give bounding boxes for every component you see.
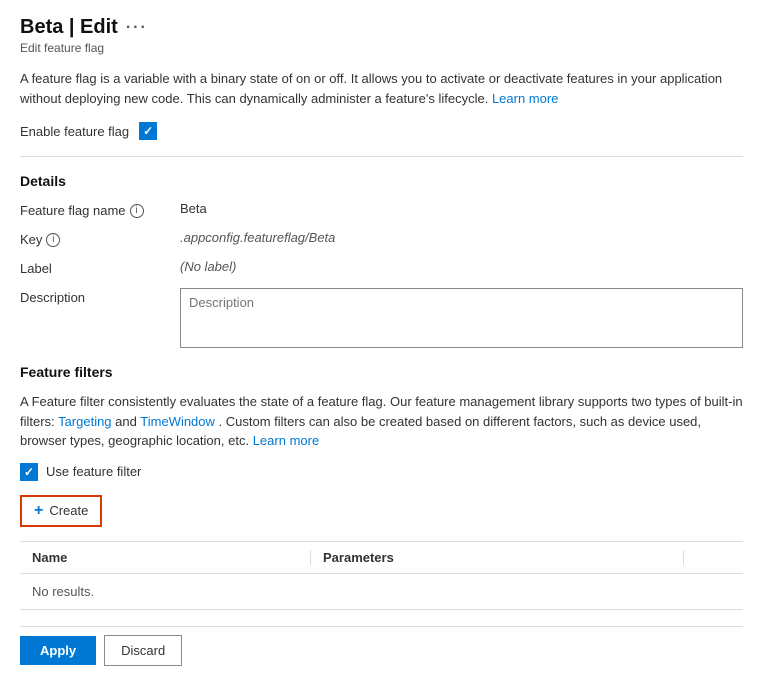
enable-feature-row: Enable feature flag: [20, 122, 743, 140]
feature-flag-name-info-icon[interactable]: i: [130, 204, 144, 218]
footer-buttons: Apply Discard: [20, 626, 743, 666]
key-info-icon[interactable]: i: [46, 233, 60, 247]
use-filter-checkbox[interactable]: [20, 463, 38, 481]
description-textarea[interactable]: [180, 288, 743, 348]
divider-1: [20, 156, 743, 157]
feature-flag-name-row: Feature flag name i Beta: [20, 201, 743, 218]
table-header: Name Parameters: [20, 542, 743, 574]
page-title: Beta | Edit: [20, 16, 118, 39]
use-filter-label: Use feature filter: [46, 464, 141, 479]
plus-icon: +: [34, 502, 43, 520]
enable-label: Enable feature flag: [20, 124, 129, 139]
apply-button[interactable]: Apply: [20, 636, 96, 665]
col-name-header: Name: [20, 550, 310, 565]
table-body: No results.: [20, 574, 743, 609]
and-text: and: [115, 414, 137, 429]
page-container: Beta | Edit ··· Edit feature flag A feat…: [0, 0, 763, 686]
timewindow-text: TimeWindow: [140, 414, 215, 429]
create-button[interactable]: + Create: [20, 495, 102, 527]
feature-flag-name-label: Feature flag name i: [20, 201, 180, 218]
label-row: Label (No label): [20, 259, 743, 276]
details-section-title: Details: [20, 173, 743, 189]
create-btn-container: + Create: [20, 495, 743, 527]
filters-section: Feature filters A Feature filter consist…: [20, 364, 743, 610]
details-section: Details Feature flag name i Beta Key i .…: [20, 173, 743, 348]
intro-text: A feature flag is a variable with a bina…: [20, 71, 722, 106]
filters-section-title: Feature filters: [20, 364, 743, 380]
intro-description: A feature flag is a variable with a bina…: [20, 69, 743, 108]
label-value: (No label): [180, 259, 236, 274]
ellipsis-button[interactable]: ···: [126, 19, 148, 37]
enable-checkbox[interactable]: [139, 122, 157, 140]
filters-learn-more-link[interactable]: Learn more: [253, 433, 319, 448]
col-actions-header: [683, 550, 743, 565]
col-params-header: Parameters: [310, 550, 683, 565]
description-label: Description: [20, 288, 180, 305]
intro-learn-more-link[interactable]: Learn more: [492, 91, 558, 106]
key-label: Key i: [20, 230, 180, 247]
no-results-text: No results.: [32, 584, 731, 599]
filters-description: A Feature filter consistently evaluates …: [20, 392, 743, 451]
targeting-text: Targeting: [58, 414, 111, 429]
description-row: Description: [20, 288, 743, 348]
label-label: Label: [20, 259, 180, 276]
key-value: .appconfig.featureflag/Beta: [180, 230, 335, 245]
discard-button[interactable]: Discard: [104, 635, 182, 666]
page-title-row: Beta | Edit ···: [20, 16, 743, 39]
create-btn-label: Create: [49, 503, 88, 518]
page-subtitle: Edit feature flag: [20, 41, 743, 55]
filters-table: Name Parameters No results.: [20, 541, 743, 610]
key-row: Key i .appconfig.featureflag/Beta: [20, 230, 743, 247]
use-filter-row: Use feature filter: [20, 463, 743, 481]
feature-flag-name-value: Beta: [180, 201, 207, 216]
